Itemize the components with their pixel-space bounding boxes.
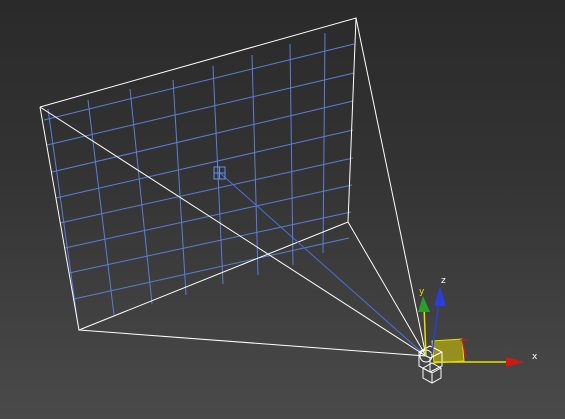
camera-frustum[interactable] <box>39 17 427 357</box>
grid-line <box>59 157 354 224</box>
gizmo-plane-handle[interactable] <box>431 338 468 364</box>
scene-canvas[interactable]: x y z <box>0 0 565 419</box>
grid-line <box>251 54 259 276</box>
frustum-edge <box>355 17 427 357</box>
x-axis-label: x <box>532 352 538 362</box>
camera-edge <box>422 367 433 374</box>
frustum-edge <box>78 329 427 357</box>
z-axis-label: z <box>441 276 446 286</box>
z-axis-arrow-icon[interactable] <box>434 286 446 306</box>
camera-target-marker[interactable] <box>213 166 226 180</box>
grid-line <box>289 43 294 266</box>
y-axis-arrow-icon[interactable] <box>418 296 430 312</box>
x-axis-arrow-icon[interactable] <box>506 357 524 367</box>
grid-line <box>55 129 354 199</box>
grid-line <box>43 43 355 121</box>
frustum-edge <box>347 221 427 357</box>
3d-viewport[interactable]: x y z <box>0 0 565 419</box>
frustum-far-plane <box>39 17 357 331</box>
grid-line <box>64 184 353 249</box>
grid-line <box>73 237 350 300</box>
grid-line <box>68 211 352 274</box>
xy-plane-square[interactable] <box>431 338 465 364</box>
grid-line <box>322 32 326 254</box>
grid-plane[interactable] <box>43 32 355 326</box>
grid-line <box>51 100 354 173</box>
y-axis-label: y <box>419 287 425 297</box>
grid-line <box>172 79 187 296</box>
grid-line <box>46 72 355 146</box>
frustum-edge <box>39 106 427 357</box>
